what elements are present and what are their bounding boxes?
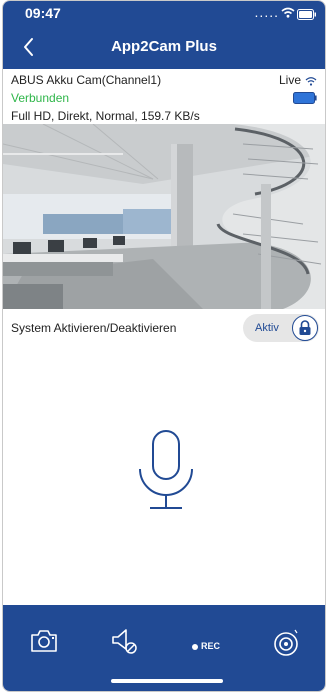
battery-icon [293, 91, 317, 109]
home-indicator[interactable] [111, 679, 223, 683]
microphone-icon[interactable] [136, 429, 196, 516]
page-title: App2Cam Plus [111, 38, 217, 55]
stream-info: Full HD, Direkt, Normal, 159.7 KB/s [11, 109, 200, 123]
status-bar: 09:47 ..... [3, 1, 325, 25]
wifi-icon [305, 73, 317, 91]
alarm-siren-icon[interactable] [273, 627, 301, 662]
battery-icon [297, 7, 317, 25]
camera-info: ABUS Akku Cam(Channel1) Verbunden Full H… [3, 69, 325, 124]
record-button[interactable]: REC [192, 641, 220, 651]
toggle-state-label: Aktiv [255, 322, 279, 334]
bottom-toolbar: REC [3, 605, 325, 691]
signal-dots: ..... [254, 4, 279, 20]
record-dot-icon [192, 643, 198, 650]
lock-icon [299, 320, 311, 335]
video-frame-image [3, 124, 325, 309]
wifi-icon [281, 5, 295, 23]
record-label: REC [201, 641, 221, 651]
live-label: Live [278, 73, 301, 87]
connection-status: Verbunden [11, 91, 70, 105]
camera-snapshot-icon[interactable] [29, 627, 59, 660]
system-toggle-row: System Aktivieren/Deaktivieren Aktiv [3, 313, 325, 343]
speaker-mute-icon[interactable] [109, 627, 141, 662]
system-active-toggle[interactable]: Aktiv [243, 314, 319, 342]
status-time: 09:47 [25, 5, 61, 21]
camera-name: ABUS Akku Cam(Channel1) [11, 73, 162, 87]
system-toggle-label: System Aktivieren/Deaktivieren [11, 321, 177, 335]
app-frame: 09:47 ..... App2Cam Plus ABUS Akku Cam(C… [2, 0, 326, 692]
toggle-knob [292, 315, 318, 341]
live-video-feed[interactable] [3, 124, 325, 309]
nav-bar: App2Cam Plus [3, 25, 325, 69]
